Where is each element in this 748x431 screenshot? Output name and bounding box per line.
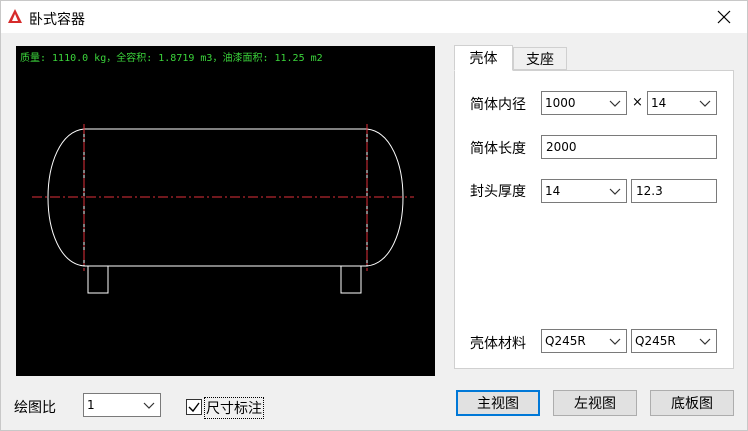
head-thickness-value: 14 bbox=[545, 184, 561, 198]
chevron-down-icon bbox=[699, 338, 711, 345]
times-sign: × bbox=[632, 95, 643, 110]
tab-support[interactable]: 支座 bbox=[513, 47, 567, 70]
dialog-window: 卧式容器 质量: 1110.0 kg，全容积: 1.8719 m3，油漆面积: … bbox=[0, 0, 748, 431]
shell-material-select[interactable]: Q245R bbox=[541, 329, 627, 353]
vessel-drawing bbox=[32, 124, 414, 294]
drawing-preview: 质量: 1110.0 kg，全容积: 1.8719 m3，油漆面积: 11.25… bbox=[16, 46, 435, 376]
close-icon bbox=[717, 10, 731, 24]
title-bar: 卧式容器 bbox=[1, 1, 747, 33]
thickness-value: 14 bbox=[651, 96, 667, 110]
inner-diameter-select[interactable]: 1000 bbox=[541, 91, 627, 115]
shell-material-value: Q245R bbox=[545, 334, 586, 348]
inner-diameter-label: 简体内径 bbox=[470, 97, 526, 113]
close-button[interactable] bbox=[701, 1, 747, 33]
front-view-button[interactable]: 主视图 bbox=[456, 390, 540, 416]
tab-shell[interactable]: 壳体 bbox=[454, 45, 513, 71]
chevron-down-icon bbox=[143, 402, 155, 409]
head-actual-thickness-input[interactable]: 12.3 bbox=[631, 179, 717, 203]
front-view-label: 主视图 bbox=[477, 396, 519, 412]
head-thickness-label: 封头厚度 bbox=[470, 184, 526, 200]
length-value: 2000 bbox=[546, 140, 577, 154]
checkmark-icon bbox=[188, 402, 200, 413]
chevron-down-icon bbox=[699, 100, 711, 107]
tab-support-label: 支座 bbox=[526, 51, 554, 68]
scale-value: 1 bbox=[87, 398, 95, 412]
chevron-down-icon bbox=[609, 338, 621, 345]
thickness-select[interactable]: 14 bbox=[647, 91, 717, 115]
dimension-label[interactable]: 尺寸标注 bbox=[204, 397, 264, 419]
chevron-down-icon bbox=[609, 100, 621, 107]
shell-panel: 简体内径 1000 × 14 简体长度 2000 封头厚度 14 12.3 壳体… bbox=[454, 70, 734, 369]
head-material-value: Q245R bbox=[635, 334, 676, 348]
inner-diameter-value: 1000 bbox=[545, 96, 576, 110]
material-label: 壳体材料 bbox=[470, 336, 526, 352]
left-view-button[interactable]: 左视图 bbox=[553, 390, 637, 416]
chevron-down-icon bbox=[609, 188, 621, 195]
window-title: 卧式容器 bbox=[29, 12, 85, 28]
tab-shell-label: 壳体 bbox=[469, 51, 498, 67]
length-label: 简体长度 bbox=[470, 141, 526, 157]
length-input[interactable]: 2000 bbox=[541, 135, 717, 159]
bottom-plate-label: 底板图 bbox=[671, 396, 713, 412]
left-view-label: 左视图 bbox=[574, 396, 616, 412]
scale-label: 绘图比 bbox=[14, 400, 56, 416]
dimension-checkbox[interactable] bbox=[186, 399, 202, 415]
head-thickness-select[interactable]: 14 bbox=[541, 179, 627, 203]
head-material-select[interactable]: Q245R bbox=[631, 329, 717, 353]
autocad-icon bbox=[8, 9, 22, 23]
head-actual-thickness-value: 12.3 bbox=[636, 184, 663, 198]
scale-select[interactable]: 1 bbox=[83, 393, 161, 417]
bottom-plate-button[interactable]: 底板图 bbox=[650, 390, 734, 416]
